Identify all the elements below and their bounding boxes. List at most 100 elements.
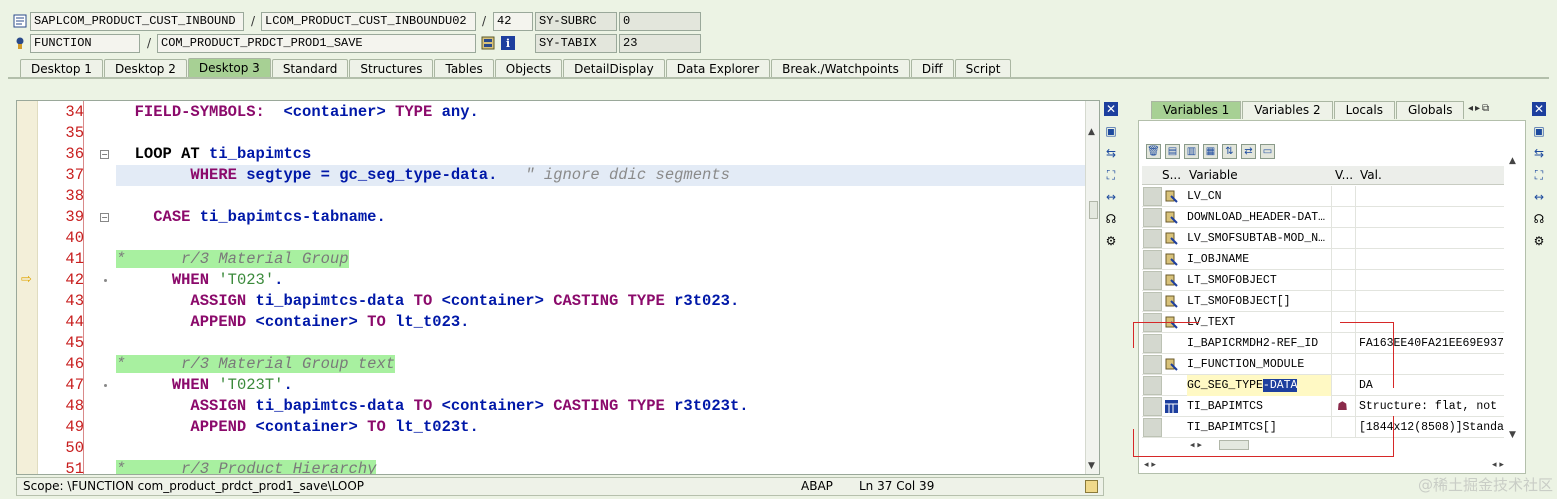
function-name-field[interactable]: COM_PRODUCT_PRDCT_PROD1_SAVE [157,34,476,53]
tab-objects[interactable]: Objects [494,59,563,78]
row-selector[interactable] [1143,229,1162,248]
header-v[interactable]: V... [1335,166,1353,185]
variables-tabs: Variables 1 Variables 2 Locals Globals [1151,101,1465,119]
services-icon[interactable]: ☊ [1104,212,1118,226]
tab-variables-2[interactable]: Variables 2 [1242,101,1333,119]
tab-standard[interactable]: Standard [271,59,349,78]
panel-hscroll[interactable]: ◂ ▸ [1144,460,1504,472]
row-selector[interactable] [1143,292,1162,311]
settings-icon[interactable]: ⚙ [1532,234,1546,248]
line-number: 34 [65,103,84,121]
sysvar-value-1: 0 [619,12,701,31]
tab-desktop-2[interactable]: Desktop 2 [103,59,187,78]
variable-name[interactable]: LV_SMOFSUBTAB-MOD_N… [1187,228,1332,249]
sort-icon[interactable]: ⇅ [1222,144,1237,159]
variable-name[interactable]: DOWNLOAD_HEADER-DAT… [1187,207,1332,228]
table-row[interactable]: LV_CN [1142,186,1504,207]
tab-variables-1[interactable]: Variables 1 [1151,101,1242,119]
code-line[interactable] [17,228,1085,249]
tab-diff[interactable]: Diff [910,59,954,78]
code-text: CASE ti_bapimtcs-tabname. [153,208,386,226]
program-icon [13,14,27,28]
row-selector[interactable] [1143,250,1162,269]
tab-detaildisplay[interactable]: DetailDisplay [563,59,665,78]
tab-data-explorer[interactable]: Data Explorer [665,59,771,78]
visibility-cell [1332,291,1356,312]
code-line[interactable] [17,123,1085,144]
scroll-up-icon[interactable]: ▲ [1088,127,1095,137]
code-text: WHEN 'T023T'. [171,376,293,394]
grid-header: S... Variable V... Val. [1142,166,1504,185]
maximize-icon[interactable]: ⛶ [1532,168,1546,182]
notes-icon[interactable] [1085,480,1098,493]
resize-icon[interactable]: ↔ [1532,190,1546,204]
table-row[interactable]: DOWNLOAD_HEADER-DAT… [1142,207,1504,228]
code-text: WHERE segtype = gc_seg_type-data. " igno… [190,166,730,184]
variable-icon [1165,190,1178,203]
info-icon[interactable]: i [501,36,515,50]
fold-toggle-icon[interactable]: − [100,150,109,159]
tab-desktop-3[interactable]: Desktop 3 [187,58,271,78]
tab-desktop-1[interactable]: Desktop 1 [20,59,103,78]
transfer-icon[interactable]: ⇄ [1241,144,1256,159]
table-row[interactable]: LT_SMOFOBJECT [1142,270,1504,291]
scroll-down-icon[interactable]: ▼ [1088,461,1095,471]
header-s[interactable]: S... [1162,166,1181,185]
code-line[interactable] [17,186,1085,207]
editor-vertical-scrollbar[interactable]: ▲ ▼ [1085,101,1099,474]
grid-scroll-down-icon[interactable]: ▼ [1509,430,1516,440]
line-number: 51 [65,460,84,475]
include-field[interactable]: LCOM_PRODUCT_CUST_INBOUNDU02 [261,12,476,31]
row-selector[interactable] [1143,208,1162,227]
header-variable[interactable]: Variable [1189,166,1238,185]
variable-name[interactable]: LT_SMOFOBJECT [1187,270,1332,291]
swap-tool-icon[interactable]: ⇆ [1104,146,1118,160]
line-field[interactable]: 42 [493,12,533,31]
cursor-position: Ln 37 Col 39 [859,479,935,493]
close-icon[interactable]: ✕ [1532,102,1546,116]
source-icon[interactable] [481,36,495,50]
type-field[interactable]: FUNCTION [30,34,140,53]
swap-tool-icon[interactable]: ⇆ [1532,146,1546,160]
source-editor[interactable]: 34 FIELD-SYMBOLS: <container> TYPE any. 3… [16,100,1100,475]
settings-icon[interactable]: ⚙ [1104,234,1118,248]
code-text: APPEND <container> TO lt_t023. [190,313,470,331]
new-tool-icon[interactable]: ▣ [1532,124,1546,138]
table-row[interactable]: LT_SMOFOBJECT[] [1142,291,1504,312]
row-selector[interactable] [1143,271,1162,290]
tab-structures[interactable]: Structures [349,59,434,78]
variable-name[interactable]: LT_SMOFOBJECT[] [1187,291,1332,312]
header-value[interactable]: Val. [1360,166,1382,185]
delete-icon[interactable]: 🗑 [1146,144,1161,159]
panel-hscroll-right[interactable]: ◂ ▸ [1492,460,1504,470]
new-tool-icon[interactable]: ▣ [1104,124,1118,138]
view-icon[interactable]: ▥ [1184,144,1199,159]
separator: / [251,14,256,28]
table-row[interactable]: LV_SMOFSUBTAB-MOD_N… [1142,228,1504,249]
tab-globals[interactable]: Globals [1395,101,1465,119]
tab-break-watchpoints[interactable]: Break./Watchpoints [771,59,910,78]
grid-scroll-up-icon[interactable]: ▲ [1509,156,1516,166]
program-field[interactable]: SAPLCOM_PRODUCT_CUST_INBOUND [30,12,244,31]
services-icon[interactable]: ☊ [1532,212,1546,226]
resize-icon[interactable]: ↔ [1104,190,1118,204]
line-number: 46 [65,355,84,373]
tab-tables[interactable]: Tables [434,59,494,78]
variable-name[interactable]: I_OBJNAME [1187,249,1332,270]
variable-icon [1165,274,1178,287]
tab-locals[interactable]: Locals [1333,101,1395,119]
maximize-icon[interactable]: ⛶ [1104,168,1118,182]
save-icon[interactable]: ▦ [1203,144,1218,159]
tab-nav-icons[interactable]: ◂▸⧉ [1468,103,1491,114]
detail-icon[interactable]: ▤ [1165,144,1180,159]
close-icon[interactable]: ✕ [1104,102,1118,116]
fold-toggle-icon[interactable]: − [100,213,109,222]
table-row[interactable]: I_OBJNAME [1142,249,1504,270]
code-line[interactable] [17,438,1085,459]
code-line[interactable] [17,333,1085,354]
variable-name[interactable]: LV_CN [1187,186,1332,207]
tab-script[interactable]: Script [954,59,1012,78]
row-selector[interactable] [1143,187,1162,206]
scroll-grip-icon[interactable] [1089,201,1098,219]
folder-icon[interactable]: ▭ [1260,144,1275,159]
